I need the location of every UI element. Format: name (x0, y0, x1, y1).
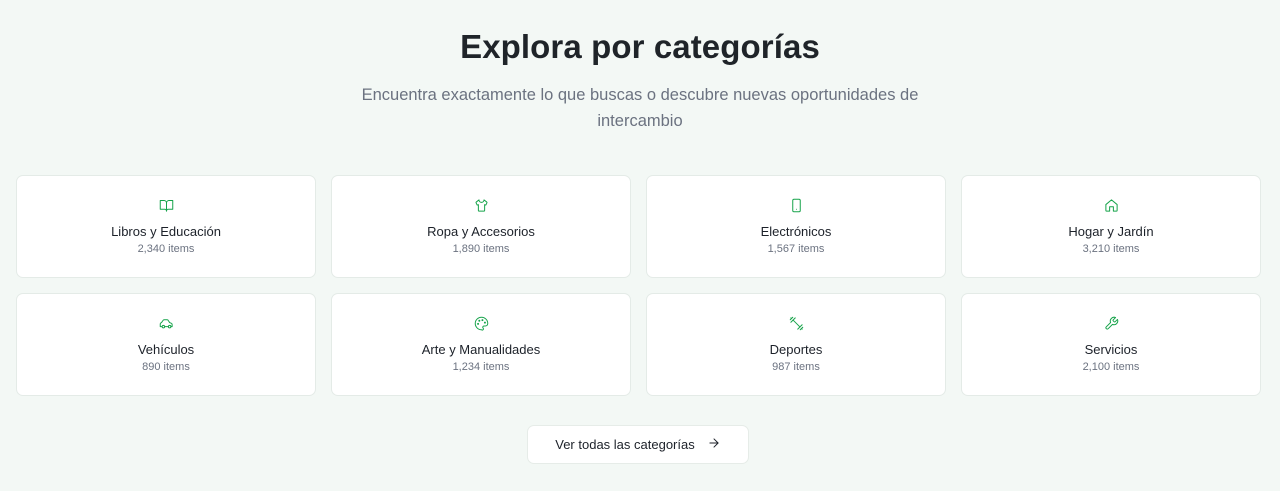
category-count: 890 items (142, 361, 190, 373)
category-name: Arte y Manualidades (421, 342, 541, 357)
category-name: Electrónicos (760, 224, 832, 239)
category-count: 1,234 items (452, 361, 510, 373)
category-count: 2,340 items (137, 243, 195, 255)
category-count: 3,210 items (1082, 243, 1140, 255)
category-count: 987 items (772, 361, 820, 373)
palette-icon (473, 315, 489, 331)
category-card-electronicos[interactable]: Electrónicos 1,567 items (646, 175, 946, 278)
category-grid: Libros y Educación 2,340 items Ropa y Ac… (16, 175, 1261, 396)
category-card-vehiculos[interactable]: Vehículos 890 items (16, 293, 316, 396)
category-card-servicios[interactable]: Servicios 2,100 items (961, 293, 1261, 396)
view-all-label: Ver todas las categorías (555, 437, 695, 452)
category-card-ropa[interactable]: Ropa y Accesorios 1,890 items (331, 175, 631, 278)
category-count: 2,100 items (1082, 361, 1140, 373)
category-card-hogar[interactable]: Hogar y Jardín 3,210 items (961, 175, 1261, 278)
wrench-icon (1103, 315, 1119, 331)
home-icon (1103, 197, 1119, 213)
category-name: Vehículos (137, 342, 195, 357)
book-icon (158, 197, 174, 213)
category-count: 1,890 items (452, 243, 510, 255)
arrow-right-icon (707, 436, 721, 453)
category-card-arte[interactable]: Arte y Manualidades 1,234 items (331, 293, 631, 396)
car-icon (158, 315, 174, 331)
dumbbell-icon (788, 315, 804, 331)
category-name: Hogar y Jardín (1068, 224, 1154, 239)
category-count: 1,567 items (767, 243, 825, 255)
section-title: Explora por categorías (460, 28, 820, 65)
category-card-deportes[interactable]: Deportes 987 items (646, 293, 946, 396)
category-name: Libros y Educación (111, 224, 221, 239)
category-name: Servicios (1084, 342, 1138, 357)
view-all-categories-button[interactable]: Ver todas las categorías (527, 425, 749, 464)
shirt-icon (473, 197, 489, 213)
category-name: Ropa y Accesorios (427, 224, 535, 239)
category-card-libros[interactable]: Libros y Educación 2,340 items (16, 175, 316, 278)
section-subtitle: Encuentra exactamente lo que buscas o de… (361, 86, 919, 130)
smartphone-icon (788, 197, 804, 213)
category-name: Deportes (769, 342, 823, 357)
